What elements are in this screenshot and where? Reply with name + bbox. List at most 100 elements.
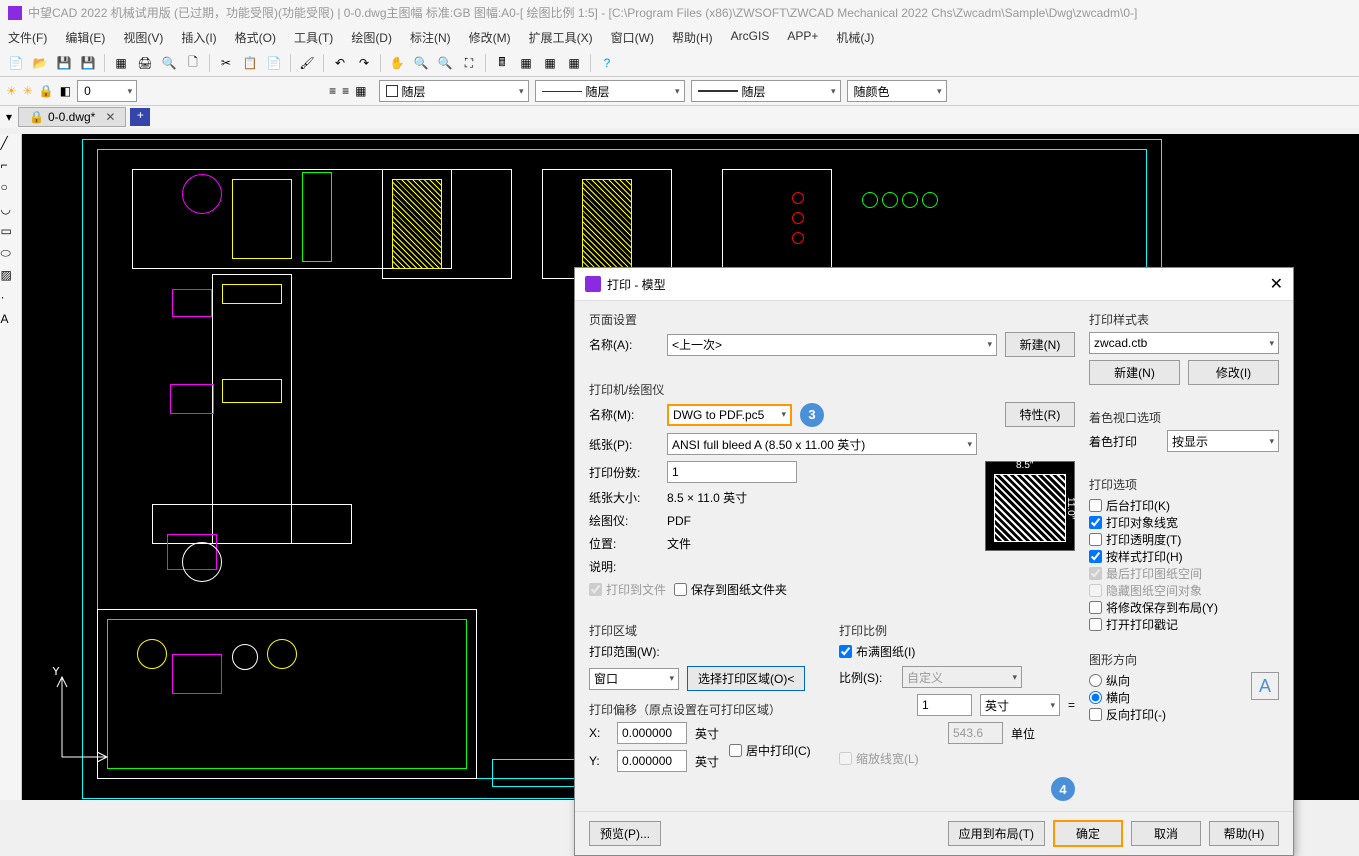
opt-lw-checkbox[interactable]: 打印对象线宽 bbox=[1089, 514, 1279, 531]
apply-layout-button[interactable]: 应用到布局(T) bbox=[948, 821, 1045, 846]
pagesetup-name-dropdown[interactable]: <上一次> bbox=[667, 334, 997, 356]
lineweight-dropdown[interactable]: 随层 bbox=[691, 80, 841, 102]
center-checkbox[interactable]: 居中打印(C) bbox=[729, 742, 811, 759]
saveall-icon[interactable]: 💾 bbox=[78, 53, 98, 73]
menu-modify[interactable]: 修改(M) bbox=[469, 29, 511, 46]
sheet-icon[interactable]: ▦ bbox=[111, 53, 131, 73]
calc-icon[interactable]: 🖩 bbox=[492, 53, 512, 73]
zoomwin-icon[interactable]: 🔍 bbox=[435, 53, 455, 73]
open-icon[interactable]: 📂 bbox=[30, 53, 50, 73]
opt-bg-checkbox[interactable]: 后台打印(K) bbox=[1089, 497, 1279, 514]
opt-stamp-checkbox[interactable]: 打开打印戳记 bbox=[1089, 616, 1279, 633]
plotstyle-dropdown[interactable]: 随颜色 bbox=[847, 80, 947, 102]
cancel-button[interactable]: 取消 bbox=[1131, 821, 1201, 846]
style-modify-button[interactable]: 修改(I) bbox=[1188, 360, 1279, 385]
menu-file[interactable]: 文件(F) bbox=[8, 29, 47, 46]
shade-dropdown[interactable]: 按显示 bbox=[1167, 430, 1279, 452]
lock-icon[interactable]: 🔒 bbox=[39, 84, 54, 98]
match-icon[interactable]: 🖌 bbox=[297, 53, 317, 73]
paste-icon[interactable]: 📄 bbox=[264, 53, 284, 73]
scale-denom-input bbox=[948, 722, 1003, 744]
menubar: 文件(F) 编辑(E) 视图(V) 插入(I) 格式(O) 工具(T) 绘图(D… bbox=[0, 25, 1359, 50]
menu-help[interactable]: 帮助(H) bbox=[672, 29, 713, 46]
style-new-button[interactable]: 新建(N) bbox=[1089, 360, 1180, 385]
color-icon[interactable]: ◧ bbox=[60, 84, 71, 98]
menu-dimension[interactable]: 标注(N) bbox=[410, 29, 451, 46]
menu-appplus[interactable]: APP+ bbox=[787, 29, 818, 46]
preview-icon[interactable]: 🔍 bbox=[159, 53, 179, 73]
menu-draw[interactable]: 绘图(D) bbox=[351, 29, 392, 46]
tool-text[interactable]: A bbox=[1, 312, 21, 332]
sun-icon[interactable]: ✳ bbox=[23, 84, 33, 98]
ok-button[interactable]: 确定 bbox=[1053, 820, 1123, 847]
fit-checkbox[interactable]: 布满图纸(I) bbox=[839, 643, 1075, 660]
scale-num-input[interactable] bbox=[917, 694, 972, 716]
light-icon[interactable]: ☀ bbox=[6, 84, 17, 98]
portrait-radio[interactable]: 纵向 bbox=[1089, 672, 1166, 689]
new-icon[interactable]: 📄 bbox=[6, 53, 26, 73]
table-icon[interactable]: ▦ bbox=[516, 53, 536, 73]
save-folder-checkbox[interactable]: 保存到图纸文件夹 bbox=[674, 581, 787, 598]
plot-icon[interactable]: 🖨 bbox=[135, 53, 155, 73]
tool-ellipse[interactable]: ⬭ bbox=[1, 246, 21, 266]
menu-window[interactable]: 窗口(W) bbox=[611, 29, 654, 46]
layerstate-icon[interactable]: ≡ bbox=[342, 84, 349, 98]
dialog-close-icon[interactable]: ✕ bbox=[1270, 274, 1283, 294]
landscape-radio[interactable]: 横向 bbox=[1089, 689, 1166, 706]
tool-pline[interactable]: ⌐ bbox=[1, 158, 21, 178]
dialog-titlebar[interactable]: 打印 - 模型 ✕ bbox=[575, 268, 1293, 301]
preview-button[interactable]: 预览(P)... bbox=[589, 821, 661, 846]
add-tab-button[interactable]: + bbox=[130, 108, 150, 126]
help-button[interactable]: 帮助(H) bbox=[1209, 821, 1279, 846]
style-dropdown[interactable]: zwcad.ctb bbox=[1089, 332, 1279, 354]
tool-hatch[interactable]: ▨ bbox=[1, 268, 21, 288]
tool-point[interactable]: · bbox=[1, 290, 21, 310]
tab-menu-icon[interactable]: ▾ bbox=[6, 110, 12, 124]
tool-rect[interactable]: ▭ bbox=[1, 224, 21, 244]
tool-circle[interactable]: ○ bbox=[1, 180, 21, 200]
copy-icon[interactable]: 📋 bbox=[240, 53, 260, 73]
redo-icon[interactable]: ↷ bbox=[354, 53, 374, 73]
publish-icon[interactable]: 🗋 bbox=[183, 53, 203, 73]
opt-save-checkbox[interactable]: 将修改保存到布局(Y) bbox=[1089, 599, 1279, 616]
menu-tools[interactable]: 工具(T) bbox=[294, 29, 333, 46]
printer-name-dropdown[interactable]: DWG to PDF.pc5 bbox=[667, 404, 792, 426]
layers-icon[interactable]: ≡ bbox=[329, 84, 336, 98]
scale-unit-dropdown[interactable]: 英寸 bbox=[980, 694, 1060, 716]
select-area-button[interactable]: 选择打印区域(O)< bbox=[687, 666, 805, 691]
zoomext-icon[interactable]: ⛶ bbox=[459, 53, 479, 73]
x-input[interactable] bbox=[617, 722, 687, 744]
menu-arcgis[interactable]: ArcGIS bbox=[731, 29, 770, 46]
zoom-icon[interactable]: 🔍 bbox=[411, 53, 431, 73]
paper-dropdown[interactable]: ANSI full bleed A (8.50 x 11.00 英寸) bbox=[667, 433, 977, 455]
tool-arc[interactable]: ◡ bbox=[1, 202, 21, 222]
menu-edit[interactable]: 编辑(E) bbox=[65, 29, 105, 46]
help-icon[interactable]: ? bbox=[597, 53, 617, 73]
opt-trans-checkbox[interactable]: 打印透明度(T) bbox=[1089, 531, 1279, 548]
opt-style-checkbox[interactable]: 按样式打印(H) bbox=[1089, 548, 1279, 565]
tool-line[interactable]: ╱ bbox=[1, 136, 21, 156]
layermgr-icon[interactable]: ▦ bbox=[355, 84, 366, 98]
menu-extend[interactable]: 扩展工具(X) bbox=[529, 29, 593, 46]
new-pagesetup-button[interactable]: 新建(N) bbox=[1005, 332, 1075, 357]
copies-input[interactable] bbox=[667, 461, 797, 483]
linetype-dropdown[interactable]: 随层 bbox=[535, 80, 685, 102]
y-input[interactable] bbox=[617, 750, 687, 772]
pan-icon[interactable]: ✋ bbox=[387, 53, 407, 73]
menu-mech[interactable]: 机械(J) bbox=[836, 29, 874, 46]
color-dropdown[interactable]: 随层 bbox=[379, 80, 529, 102]
grid2-icon[interactable]: ▦ bbox=[564, 53, 584, 73]
grid-icon[interactable]: ▦ bbox=[540, 53, 560, 73]
undo-icon[interactable]: ↶ bbox=[330, 53, 350, 73]
file-tab[interactable]: 🔒 0-0.dwg* ✕ bbox=[18, 107, 126, 127]
menu-format[interactable]: 格式(O) bbox=[235, 29, 276, 46]
cut-icon[interactable]: ✂ bbox=[216, 53, 236, 73]
reverse-checkbox[interactable]: 反向打印(-) bbox=[1089, 706, 1166, 723]
printrange-dropdown[interactable]: 窗口 bbox=[589, 668, 679, 690]
menu-insert[interactable]: 插入(I) bbox=[181, 29, 216, 46]
printer-props-button[interactable]: 特性(R) bbox=[1005, 402, 1075, 427]
menu-view[interactable]: 视图(V) bbox=[123, 29, 163, 46]
layer-0-dropdown[interactable]: 0 bbox=[77, 80, 137, 102]
save-icon[interactable]: 💾 bbox=[54, 53, 74, 73]
tab-close-icon[interactable]: ✕ bbox=[105, 110, 115, 124]
